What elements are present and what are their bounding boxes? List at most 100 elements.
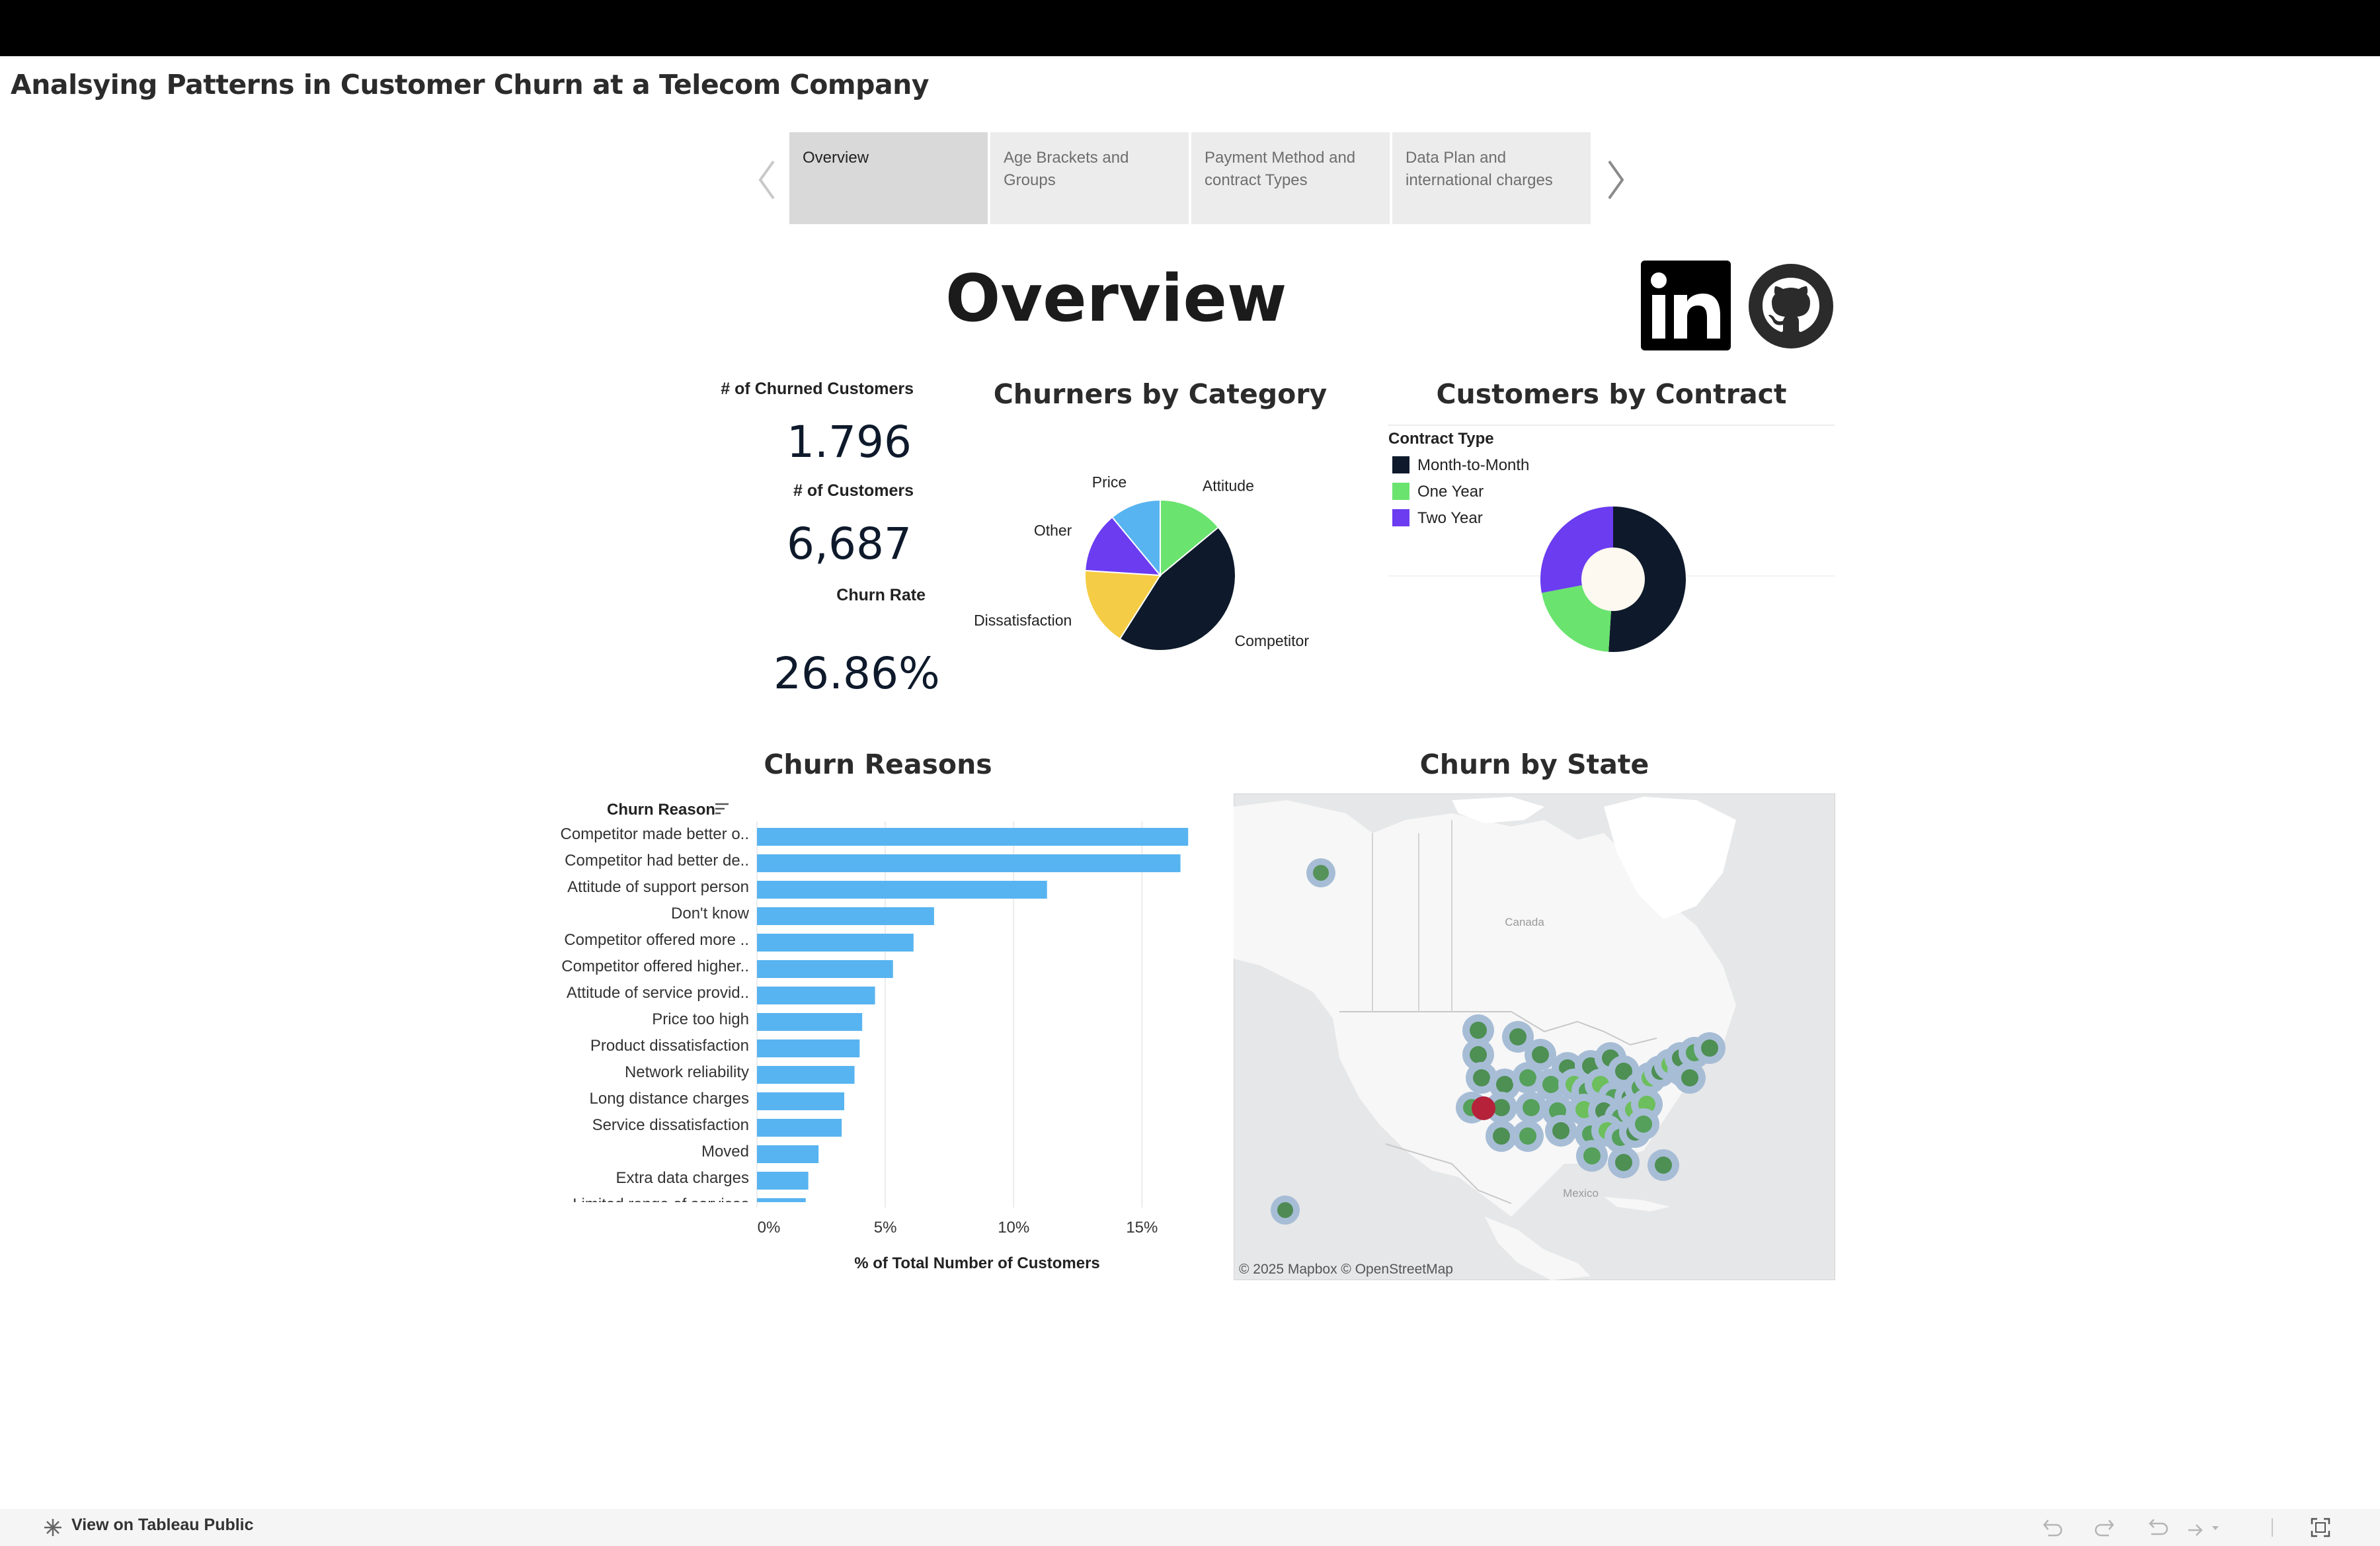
chevron-right-icon[interactable] [1603, 153, 1629, 206]
state-marker-highlight [1472, 1096, 1495, 1120]
state-marker [1277, 1202, 1293, 1218]
footer-bar [0, 1509, 2380, 1546]
bar [757, 907, 934, 925]
bar-label: Network reliability [625, 1063, 749, 1081]
state-marker [1635, 1116, 1652, 1133]
x-tick-label: 10% [998, 1219, 1029, 1237]
tab-age-brackets[interactable]: Age Brackets and Groups [990, 132, 1189, 224]
undo-icon[interactable] [2039, 1517, 2065, 1538]
tab-payment-method[interactable]: Payment Method and contract Types [1191, 132, 1390, 224]
sort-icon [715, 803, 729, 815]
bar [757, 1039, 860, 1057]
x-axis-title: % of Total Number of Customers [854, 1254, 1100, 1272]
revert-icon[interactable] [2145, 1517, 2171, 1538]
tab-data-plan[interactable]: Data Plan and international charges [1392, 132, 1591, 224]
reasons-chart-title: Churn Reasons [764, 749, 992, 780]
reasons-bar-chart: Churn Reason Competitor made better o.. Co… [561, 801, 1189, 1272]
legend-swatch [1392, 509, 1409, 526]
bar-label: Competitor had better de.. [565, 852, 749, 870]
bar [757, 1013, 863, 1031]
divider [1388, 425, 1835, 426]
state-marker [1701, 1039, 1718, 1057]
bar [757, 1145, 819, 1163]
bar-label: Competitor made better o.. [561, 825, 749, 843]
fullscreen-icon[interactable] [2310, 1517, 2331, 1538]
y-axis-title: Churn Reason [607, 801, 715, 819]
bar-label: Competitor offered higher.. [561, 957, 749, 975]
churn-rate-value: 26.86% [774, 648, 940, 699]
state-marker [1655, 1157, 1672, 1174]
pie-label-other: Other [1034, 522, 1072, 539]
bar-label: Moved [701, 1143, 749, 1160]
mexico-label: Mexico [1563, 1187, 1599, 1200]
top-bar [0, 0, 2380, 56]
bar [757, 960, 893, 978]
view-on-tableau-link[interactable]: View on Tableau Public [71, 1516, 254, 1535]
state-marker [1681, 1069, 1698, 1086]
bar-label: Extra data charges [616, 1169, 749, 1187]
github-icon[interactable] [1748, 263, 1834, 349]
state-marker [1519, 1069, 1536, 1086]
bar-label: Competitor offered more .. [564, 931, 749, 949]
state-marker [1532, 1046, 1549, 1063]
state-marker [1523, 1099, 1540, 1116]
state-marker [1519, 1127, 1536, 1145]
state-marker [1473, 1069, 1490, 1086]
state-marker [1313, 865, 1329, 881]
donut-hole [1581, 548, 1645, 611]
churned-customers-label: # of Churned Customers [721, 380, 914, 398]
share-icon[interactable] [2184, 1517, 2224, 1538]
legend-item-one-year[interactable]: One Year [1417, 483, 1484, 501]
footer-divider [2272, 1518, 2273, 1537]
bar-label: Attitude of service provid.. [567, 984, 749, 1002]
state-chart-title: Churn by State [1419, 749, 1649, 780]
x-tick-label: 0% [758, 1219, 781, 1237]
bar-label: Attitude of support person [567, 878, 749, 896]
bar [757, 1119, 842, 1137]
state-marker [1470, 1022, 1487, 1039]
customers-label: # of Customers [793, 481, 914, 500]
pie-label-attitude: Attitude [1203, 477, 1254, 494]
legend-swatch [1392, 483, 1409, 500]
bar [757, 1172, 809, 1190]
bar [757, 1198, 806, 1202]
state-marker [1542, 1076, 1560, 1093]
category-chart-title: Churners by Category [993, 378, 1328, 410]
page-heading: Overview [945, 261, 1287, 337]
contract-legend-title: Contract Type [1388, 430, 1494, 448]
legend-item-two-year[interactable]: Two Year [1417, 509, 1483, 528]
x-tick-label: 15% [1126, 1219, 1158, 1237]
bar-label: Service dissatisfaction [592, 1116, 749, 1134]
chevron-left-icon[interactable] [754, 153, 780, 206]
tableau-logo-icon [44, 1519, 61, 1536]
contract-donut-chart [1540, 507, 1686, 652]
redo-icon[interactable] [2092, 1517, 2118, 1538]
bar [757, 854, 1181, 872]
bar [757, 987, 875, 1004]
churn-rate-label: Churn Rate [836, 586, 926, 604]
map-attribution: © 2025 Mapbox © OpenStreetMap [1239, 1262, 1453, 1277]
customers-value: 6,687 [787, 518, 912, 569]
bar [757, 1066, 855, 1084]
category-pie-chart: Competitor Dissatisfaction Other Price Attit… [974, 473, 1309, 651]
pie-label-price: Price [1092, 473, 1127, 491]
state-marker [1552, 1122, 1569, 1139]
dashboard-title: Analsying Patterns in Customer Churn at … [11, 69, 930, 101]
contract-chart-title: Customers by Contract [1436, 378, 1787, 410]
state-marker [1493, 1127, 1510, 1145]
state-marker [1615, 1154, 1632, 1171]
bar [757, 881, 1047, 899]
state-marker [1470, 1046, 1487, 1063]
state-marker [1496, 1076, 1513, 1093]
canada-label: Canada [1505, 916, 1544, 928]
tab-overview[interactable]: Overview [789, 132, 988, 224]
churn-map[interactable]: Canada Mexico © 2025 Mapbox © OpenStreet… [1234, 793, 1835, 1280]
bar [757, 934, 914, 952]
bar-label: Price too high [652, 1010, 749, 1028]
churned-customers-value: 1.796 [787, 417, 912, 468]
linkedin-icon[interactable] [1641, 261, 1731, 350]
bar-label: Long distance charges [590, 1090, 750, 1108]
legend-swatch [1392, 456, 1409, 473]
legend-item-month-to-month[interactable]: Month-to-Month [1417, 456, 1529, 475]
bar [757, 1092, 844, 1110]
